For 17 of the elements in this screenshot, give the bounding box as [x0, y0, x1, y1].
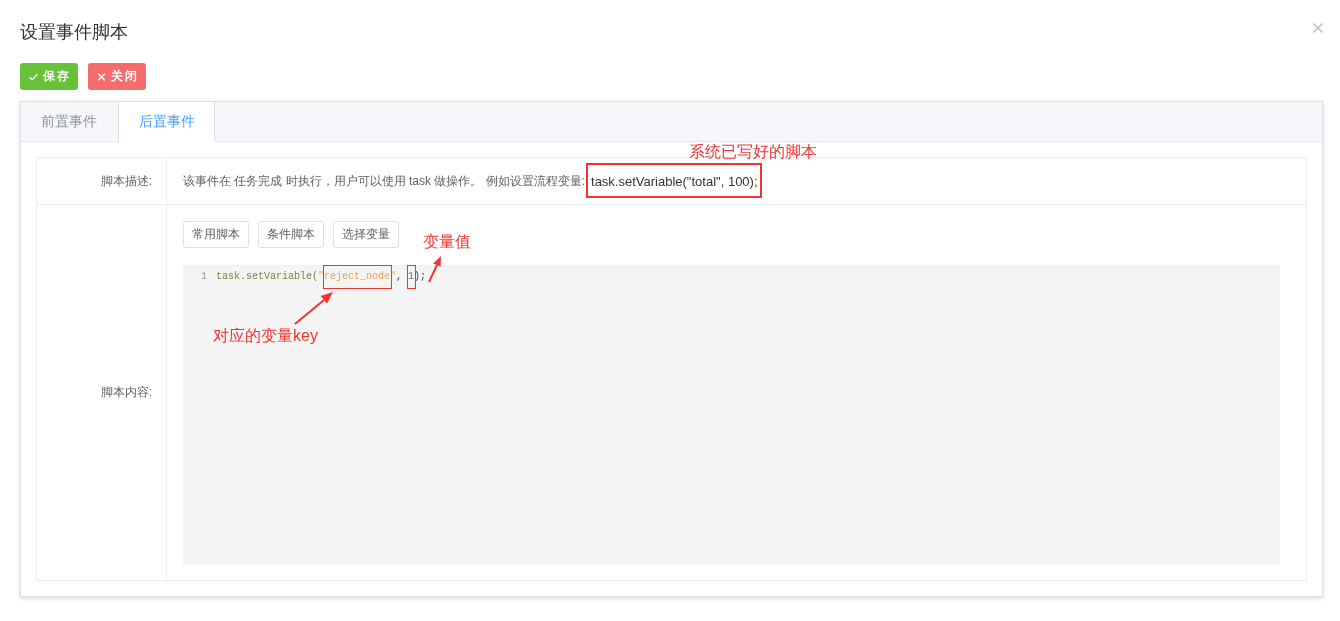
annotation-text: 系统已写好的脚本 [689, 142, 817, 161]
script-button[interactable]: 选择变量 [333, 221, 399, 248]
annotation-text: 对应的变量key [213, 327, 318, 345]
annotation-text: 变量值 [423, 233, 472, 251]
example-code: task.setVariable("total", 100); [591, 173, 758, 189]
script-button[interactable]: 常用脚本 [183, 221, 249, 248]
close-icon[interactable] [1313, 23, 1323, 33]
field-label: 脚本内容: [100, 384, 152, 401]
field-label: 脚本描述: [100, 172, 152, 190]
dialog-title: 设置事件脚本 [20, 21, 128, 44]
close-icon [97, 72, 106, 81]
annotation-arrow [293, 290, 335, 326]
line-number: 1 [200, 270, 208, 284]
script-button[interactable]: 条件脚本 [258, 221, 324, 248]
annotation-arrow [427, 254, 444, 284]
check-icon [29, 72, 38, 81]
description-text: 该事件在 任务完成 时执行，用户可以使用 task 做操作。 例如设置流程变量: [183, 172, 585, 190]
